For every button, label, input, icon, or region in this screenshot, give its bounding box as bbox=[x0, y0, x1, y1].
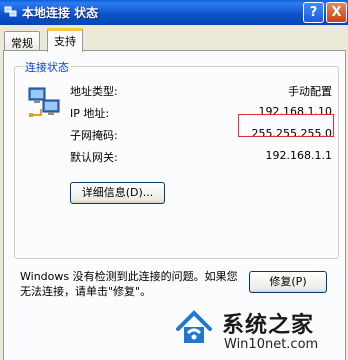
close-button[interactable]: X bbox=[326, 2, 347, 23]
default-gateway-label: 默认网关: bbox=[70, 151, 118, 164]
watermark-logo-icon bbox=[176, 310, 212, 343]
help-button[interactable]: ? bbox=[303, 2, 324, 23]
default-gateway-value: 192.168.1.1 bbox=[265, 149, 332, 162]
status-row-address-type: 地址类型: 手动配置 bbox=[70, 83, 332, 101]
subnet-mask-label: 子网掩码: bbox=[70, 129, 118, 142]
group-label: 连接状态 bbox=[23, 59, 71, 75]
tab-general[interactable]: 常规 bbox=[4, 31, 40, 51]
status-row-default-gateway: 默认网关: 192.168.1.1 bbox=[70, 149, 332, 167]
watermark-url: Win10net.com bbox=[224, 337, 319, 352]
details-button[interactable]: 详细信息(D)... bbox=[70, 182, 165, 204]
diagnostic-message: Windows 没有检测到此连接的问题。如果您无法连接，请单击"修复"。 bbox=[20, 270, 238, 298]
title-bar: 本地连接 状态 ? X bbox=[0, 0, 348, 25]
watermark-name: 系统之家 bbox=[222, 313, 315, 338]
connection-status-group: 连接状态 地址类型: 手动配置 IP 地址: 192.168.1.10 子网掩码… bbox=[14, 59, 339, 259]
window-title: 本地连接 状态 bbox=[22, 6, 99, 20]
tab-strip: 常规 支持 bbox=[0, 25, 348, 52]
ip-address-label: IP 地址: bbox=[70, 107, 110, 120]
repair-button[interactable]: 修复(P) bbox=[249, 271, 327, 293]
site-watermark: 系统之家 Win10net.com bbox=[168, 303, 348, 360]
address-type-value: 手动配置 bbox=[288, 85, 332, 98]
network-computers-icon bbox=[28, 87, 60, 117]
network-connection-icon bbox=[4, 6, 17, 17]
tab-support[interactable]: 支持 bbox=[47, 28, 83, 52]
address-type-label: 地址类型: bbox=[70, 85, 118, 98]
ip-highlight-box bbox=[238, 114, 334, 137]
